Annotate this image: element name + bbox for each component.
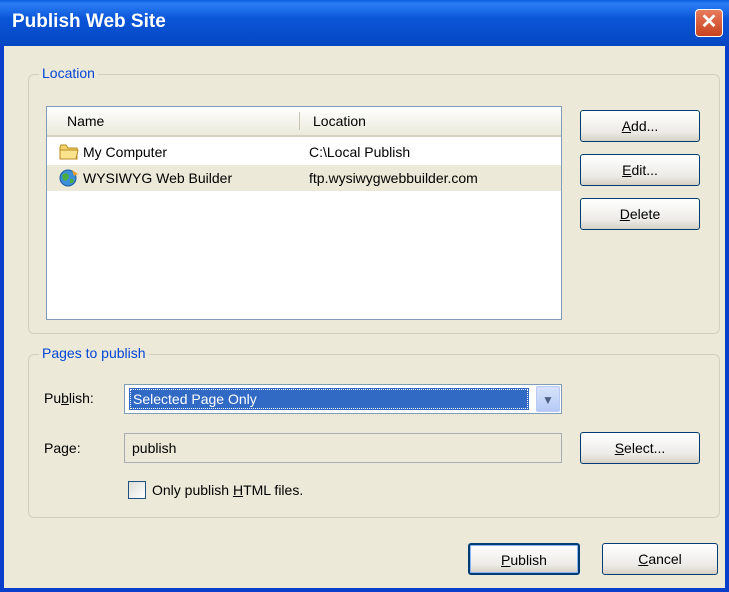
location-group-legend: Location	[39, 65, 98, 81]
folder-icon	[59, 144, 79, 160]
close-icon: ✕	[700, 11, 718, 33]
column-header-name[interactable]: Name	[67, 107, 104, 135]
list-item-name: WYSIWYG Web Builder	[83, 170, 233, 186]
edit-button[interactable]: Edit...	[580, 154, 700, 186]
only-html-label[interactable]: Only publish HTML files.	[152, 482, 303, 498]
publish-button[interactable]: Publish	[468, 543, 580, 575]
add-button[interactable]: Add...	[580, 110, 700, 142]
publish-dialog: Publish Web Site ✕ Location Name Locatio…	[0, 0, 729, 592]
list-item-location: C:\Local Publish	[309, 144, 411, 160]
publish-label: Publish:	[44, 390, 94, 406]
list-header: Name Location	[47, 107, 561, 137]
location-list[interactable]: Name Location My Computer C:\Local Publi…	[46, 106, 562, 320]
only-html-checkbox[interactable]	[128, 481, 146, 499]
list-item-location: ftp.wysiwygwebbuilder.com	[309, 170, 478, 186]
page-field[interactable]: publish	[124, 433, 562, 463]
list-item[interactable]: WYSIWYG Web Builder ftp.wysiwygwebbuilde…	[47, 165, 561, 191]
publish-select[interactable]: Selected Page Only ▼	[124, 384, 562, 414]
pages-group-legend: Pages to publish	[39, 345, 149, 361]
list-item[interactable]: My Computer C:\Local Publish	[47, 139, 561, 165]
page-label: Page:	[44, 440, 81, 456]
dropdown-button[interactable]: ▼	[536, 386, 560, 412]
close-button[interactable]: ✕	[695, 9, 723, 37]
delete-button[interactable]: Delete	[580, 198, 700, 230]
column-header-location[interactable]: Location	[313, 107, 366, 135]
column-separator[interactable]	[299, 112, 300, 130]
publish-select-value: Selected Page Only	[129, 388, 529, 410]
title-bar[interactable]: Publish Web Site ✕	[0, 0, 729, 46]
select-button[interactable]: Select...	[580, 432, 700, 464]
globe-icon	[59, 169, 78, 187]
list-item-name: My Computer	[83, 144, 168, 160]
chevron-down-icon: ▼	[542, 393, 554, 407]
cancel-button[interactable]: Cancel	[602, 543, 718, 575]
window-title: Publish Web Site	[12, 11, 166, 32]
